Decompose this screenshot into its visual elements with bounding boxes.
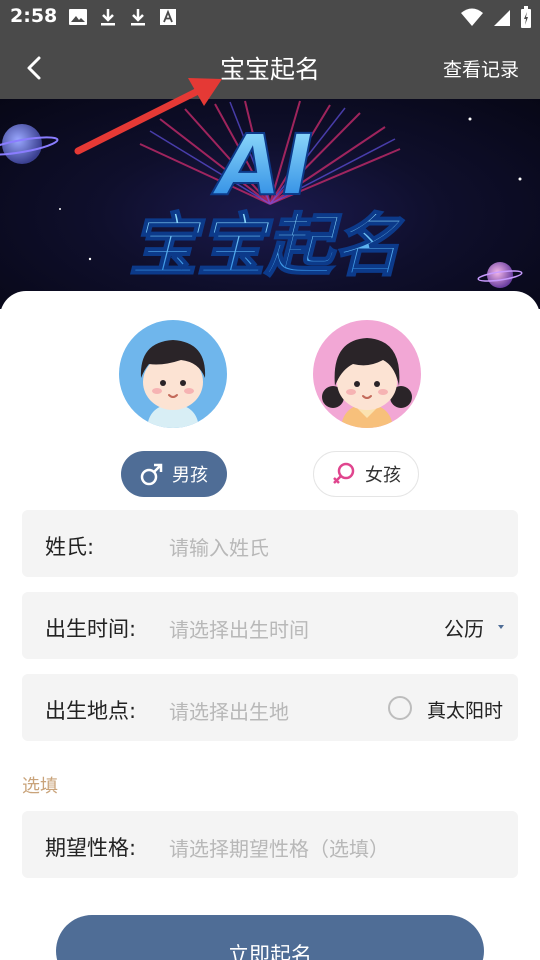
- banner-title-text: 宝宝起名: [129, 207, 405, 286]
- form-card: 男孩 女孩 姓氏: 请输入姓氏 出生时间: 请选择出生时间 公历 出生地点: 请…: [0, 291, 540, 960]
- true-solar-time-label: 真太阳时: [426, 700, 503, 722]
- status-bar: 2:58: [0, 0, 540, 36]
- surname-label: 姓氏:: [45, 535, 95, 559]
- true-solar-time-radio[interactable]: [388, 696, 412, 720]
- birth-time-label: 出生时间:: [45, 617, 137, 641]
- optional-section-label: 选填: [22, 776, 58, 797]
- battery-icon: [521, 6, 531, 28]
- download-icon: [101, 9, 115, 26]
- birth-time-field[interactable]: 出生时间: 请选择出生时间 公历: [22, 592, 518, 659]
- girl-gender-label: 女孩: [365, 465, 401, 486]
- surname-field[interactable]: 姓氏: 请输入姓氏: [22, 510, 518, 577]
- female-symbol-icon: [333, 462, 355, 484]
- boy-gender-button[interactable]: 男孩: [121, 451, 227, 497]
- surname-input[interactable]: 请输入姓氏: [169, 532, 269, 561]
- signal-icon: [494, 10, 510, 26]
- male-symbol-icon: [140, 463, 163, 486]
- calendar-type-select[interactable]: 公历: [444, 613, 484, 642]
- girl-avatar[interactable]: [313, 320, 421, 428]
- birth-place-label: 出生地点:: [45, 699, 137, 723]
- personality-input[interactable]: 请选择期望性格（选填）: [169, 833, 389, 862]
- boy-avatar[interactable]: [119, 320, 227, 428]
- boy-gender-label: 男孩: [172, 465, 208, 486]
- personality-label: 期望性格:: [45, 836, 137, 860]
- birth-place-field[interactable]: 出生地点: 请选择出生地 真太阳时: [22, 674, 518, 741]
- girl-gender-button[interactable]: 女孩: [313, 451, 419, 497]
- status-time: 2:58: [10, 5, 58, 27]
- personality-field[interactable]: 期望性格: 请选择期望性格（选填）: [22, 811, 518, 878]
- birth-place-input[interactable]: 请选择出生地: [169, 696, 289, 725]
- generate-name-button[interactable]: 立即起名: [56, 915, 484, 960]
- view-records-link[interactable]: 查看记录: [443, 55, 519, 82]
- dropdown-caret-icon: [498, 625, 504, 629]
- wifi-icon: [461, 8, 483, 26]
- download-icon: [131, 9, 145, 26]
- font-icon: [160, 9, 176, 25]
- annotation-arrow-icon: [74, 78, 222, 155]
- image-icon: [69, 9, 87, 25]
- birth-time-input[interactable]: 请选择出生时间: [169, 614, 309, 643]
